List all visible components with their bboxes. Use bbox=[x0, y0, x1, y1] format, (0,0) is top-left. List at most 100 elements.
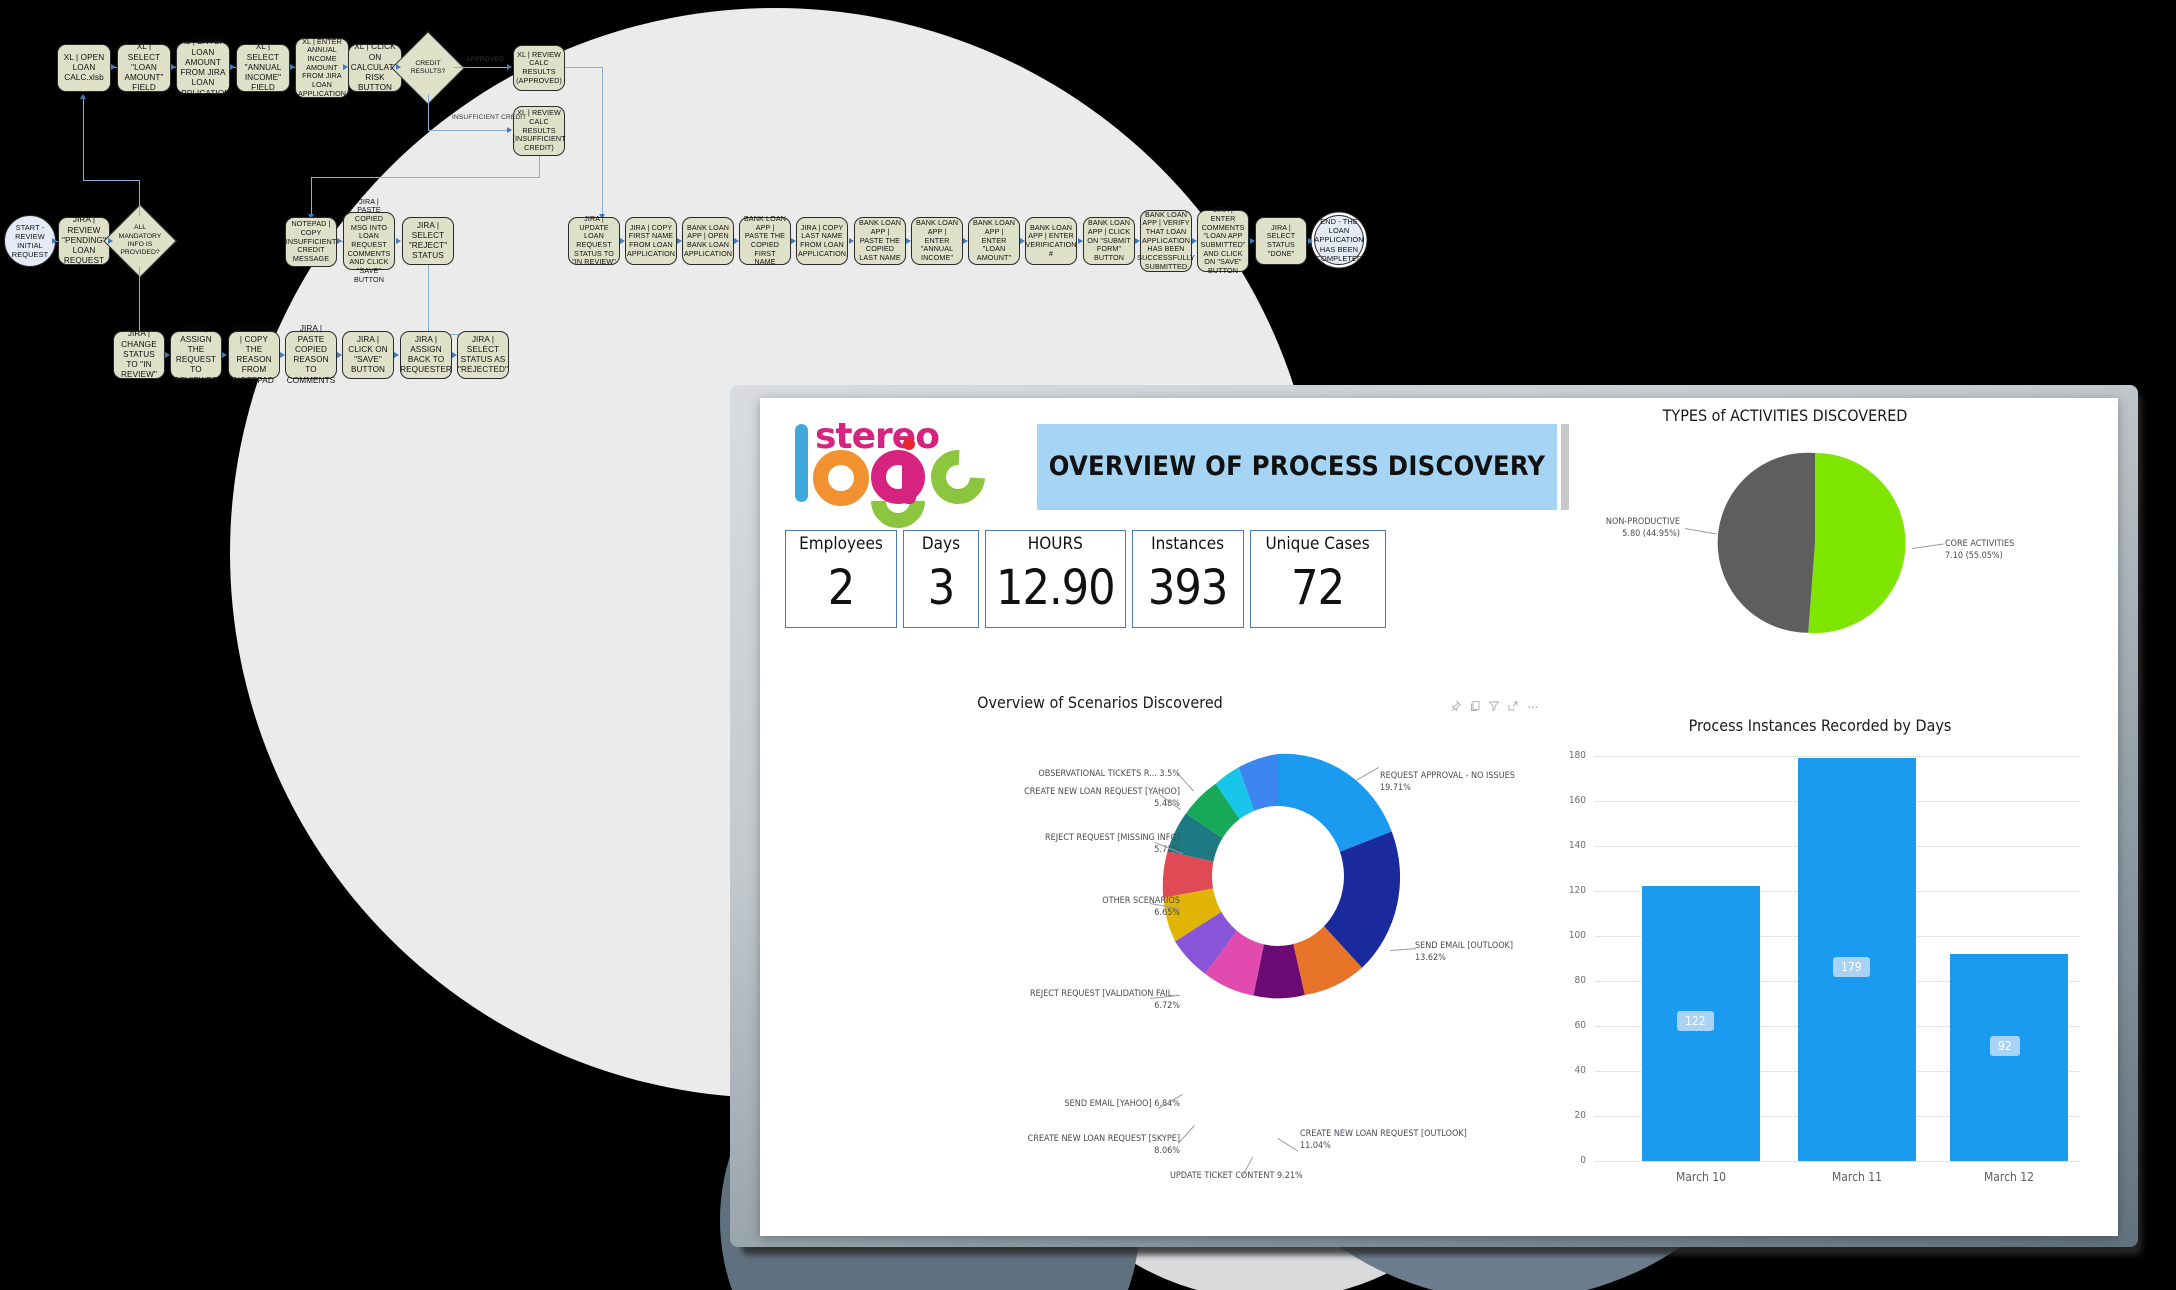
flow-edge-label: APPROVED bbox=[466, 56, 504, 63]
flow-node[interactable]: XL | OPEN LOAN CALC.xlsb bbox=[57, 44, 111, 92]
kpi-card-unique-cases[interactable]: Unique Cases 72 bbox=[1249, 530, 1386, 628]
donut-label-value: 19.71% bbox=[1380, 783, 1411, 794]
bar-value-label: 92 bbox=[1990, 1036, 2020, 1056]
flow-node[interactable]: JIRA | COPY FIRST NAME FROM LOAN APPLICA… bbox=[625, 217, 677, 265]
flow-start-node[interactable]: START - REVIEW INITIAL REQUEST bbox=[4, 215, 56, 267]
flow-arrow bbox=[396, 63, 401, 70]
y-axis-tick: 80 bbox=[1574, 975, 1586, 986]
flow-node[interactable]: JIRA | SELECT STATUS AS "REJECTED" bbox=[457, 331, 509, 379]
flow-arrow bbox=[1135, 237, 1140, 244]
flow-node[interactable]: XL | REVIEW CALC RESULTS (APPROVED) bbox=[513, 45, 565, 91]
flow-node[interactable]: XL | SELECT "LOAN AMOUNT" FIELD bbox=[117, 42, 171, 92]
flow-node[interactable]: BANK LOAN APP | OPEN BANK LOAN APPLICATI… bbox=[682, 217, 734, 265]
logo-letter-o bbox=[813, 450, 869, 506]
flow-arrow bbox=[111, 63, 116, 70]
flow-node[interactable]: XL | ENTER LOAN AMOUNT FROM JIRA LOAN AP… bbox=[176, 37, 231, 97]
flow-node[interactable]: JIRA | UPDATE LOAN REQUEST STATUS TO "IN… bbox=[568, 214, 620, 266]
flow-arrow bbox=[791, 237, 796, 244]
flow-arrow bbox=[734, 237, 739, 244]
donut-label-value: 9.21% bbox=[1277, 1171, 1303, 1181]
flow-connector bbox=[311, 177, 313, 217]
flow-node[interactable]: BANK LOAN APP | PASTE THE COPIED LAST NA… bbox=[854, 217, 906, 265]
flow-arrow bbox=[230, 63, 235, 70]
flow-arrow bbox=[1250, 237, 1255, 244]
kpi-value: 72 bbox=[1291, 560, 1345, 616]
flow-node[interactable]: BANK LOAN APP | ENTER "LOAN AMOUNT" bbox=[968, 217, 1020, 265]
flow-node[interactable]: BANK LOAN APP | VERIFY THAT LOAN APPLICA… bbox=[1137, 210, 1195, 272]
flow-arrow bbox=[1078, 237, 1083, 244]
flow-node[interactable]: NOTEPAD | COPY INSUFFICIENT CREDIT MESSA… bbox=[285, 217, 337, 267]
donut-label-text: UPDATE TICKET CONTENT bbox=[1170, 1171, 1275, 1181]
flow-arrow bbox=[1020, 237, 1025, 244]
flow-arrow bbox=[963, 237, 968, 244]
pie-label-text: CORE ACTIVITIES bbox=[1945, 539, 2015, 549]
types-of-activities-title: TYPES of ACTIVITIES DISCOVERED bbox=[1662, 406, 1908, 425]
y-axis-tick: 40 bbox=[1574, 1065, 1586, 1076]
bar-chart-title: Process Instances Recorded by Days bbox=[1688, 716, 1952, 735]
y-axis-tick: 120 bbox=[1568, 885, 1586, 896]
flow-node[interactable]: JIRA | REVIEW "PENDING" LOAN REQUEST bbox=[58, 215, 110, 265]
y-axis-tick: 20 bbox=[1574, 1110, 1586, 1121]
flow-node[interactable]: BANK LOAN APP | PASTE THE COPIED FIRST N… bbox=[739, 214, 791, 266]
kpi-card-employees[interactable]: Employees 2 bbox=[785, 530, 897, 628]
pie-label-value: 7.10 (55.05%) bbox=[1945, 551, 2003, 562]
kpi-card-instances[interactable]: Instances 393 bbox=[1131, 530, 1244, 628]
donut-label-text: SEND EMAIL [OUTLOOK] bbox=[1415, 941, 1514, 951]
flow-arrow bbox=[1192, 237, 1197, 244]
bar-march-12[interactable] bbox=[1950, 954, 2068, 1161]
flow-node[interactable]: JIRA | PASTE COPIED REASON TO COMMENTS bbox=[285, 324, 337, 385]
flow-node[interactable]: JIRA | ENTER COMMENTS "LOAN APP SUBMITTE… bbox=[1197, 206, 1249, 275]
title-accent-bar bbox=[1561, 424, 1569, 510]
flow-node[interactable]: JIRA | SELECT "REJECT" STATUS bbox=[402, 217, 454, 265]
screenshot-stage: XL | OPEN LOAN CALC.xlsb XL | SELECT "LO… bbox=[0, 0, 2176, 1290]
flow-node[interactable]: JIRA | COPY LAST NAME FROM LOAN APPLICAT… bbox=[796, 217, 848, 265]
flow-node[interactable]: JIRA | SELECT STATUS "DONE" bbox=[1255, 217, 1307, 265]
flow-arrow bbox=[507, 63, 512, 70]
donut-label-other-scenarios: OTHER SCENARIOS 6.65% bbox=[870, 895, 1180, 919]
flow-node[interactable]: XL | ENTER ANNUAL INCOME AMOUNT FROM JIR… bbox=[295, 37, 349, 98]
flow-node[interactable]: JIRA | ASSIGN BACK TO REQUESTER bbox=[400, 331, 452, 379]
stereologic-logo: stereo bbox=[785, 412, 1030, 540]
donut-label-reject-validation: REJECT REQUEST [VALIDATION FAIL... 6.72% bbox=[760, 988, 1180, 1012]
scenarios-donut-chart[interactable] bbox=[1155, 746, 1401, 1006]
flow-node[interactable]: BANK LOAN APP | ENTER VERIFICATION # bbox=[1025, 217, 1077, 265]
kpi-card-days[interactable]: Days 3 bbox=[903, 530, 979, 628]
flow-decision-mandatory-info[interactable]: ALL MANDATORY INFO IS PROVIDED? bbox=[103, 204, 177, 278]
flow-node[interactable]: XL | SELECT "ANNUAL INCOME" FIELD bbox=[236, 42, 290, 92]
flow-node[interactable]: JIRA | CLICK ON "SAVE" BUTTON bbox=[342, 331, 394, 379]
flow-connector bbox=[602, 67, 604, 217]
kpi-card-hours[interactable]: HOURS 12.90 bbox=[985, 530, 1126, 628]
flow-node[interactable]: BANK LOAN APP | CLICK ON "SUBMIT FORM" B… bbox=[1083, 217, 1135, 265]
flow-arrow bbox=[906, 237, 911, 244]
flow-node[interactable]: NOTEPAD | COPY THE REASON FROM NOTEPAD bbox=[228, 324, 280, 385]
kpi-label: Employees bbox=[799, 534, 883, 554]
flow-arrow bbox=[507, 126, 512, 133]
flow-arrow bbox=[171, 63, 176, 70]
flow-node[interactable]: JIRA | PASTE COPIED MSG INTO LOAN REQUES… bbox=[343, 197, 395, 283]
types-of-activities-pie[interactable] bbox=[1715, 443, 1915, 643]
filter-icon[interactable] bbox=[1488, 700, 1500, 712]
more-options-icon[interactable] bbox=[1526, 700, 1540, 712]
pin-icon[interactable] bbox=[1450, 700, 1462, 712]
flow-end-node[interactable]: END - THE LOAN APPLICATION HAS BEEN COMP… bbox=[1314, 215, 1364, 265]
logo-blue-bar bbox=[795, 424, 808, 502]
focus-mode-icon[interactable] bbox=[1507, 700, 1519, 712]
donut-label-text: CREATE NEW LOAN REQUEST [OUTLOOK] bbox=[1300, 1129, 1467, 1139]
flow-connector bbox=[565, 67, 603, 69]
donut-label-value: 13.62% bbox=[1415, 953, 1446, 964]
flow-arrow bbox=[343, 63, 348, 70]
flow-decision-credit-results[interactable]: CREDIT RESULTS? bbox=[391, 31, 465, 105]
flow-node[interactable]: JIRA | CHANGE STATUS TO "IN REVIEW" bbox=[113, 329, 165, 379]
kpi-value: 3 bbox=[927, 560, 955, 616]
kpi-value: 2 bbox=[827, 560, 855, 616]
flow-arrow bbox=[222, 351, 227, 358]
flow-node[interactable]: BANK LOAN APP | ENTER "ANNUAL INCOME" bbox=[911, 217, 963, 265]
y-axis-tick: 160 bbox=[1568, 795, 1586, 806]
gridline bbox=[1595, 1161, 2080, 1162]
flow-node[interactable]: JIRA | ASSIGN THE REQUEST TO REVIEWER bbox=[170, 324, 222, 385]
flow-connector bbox=[311, 177, 540, 179]
flow-arrow bbox=[394, 351, 399, 358]
y-axis-tick: 60 bbox=[1574, 1020, 1586, 1031]
copy-icon[interactable] bbox=[1469, 700, 1481, 712]
donut-label-value: 6.72% bbox=[1154, 1001, 1180, 1012]
